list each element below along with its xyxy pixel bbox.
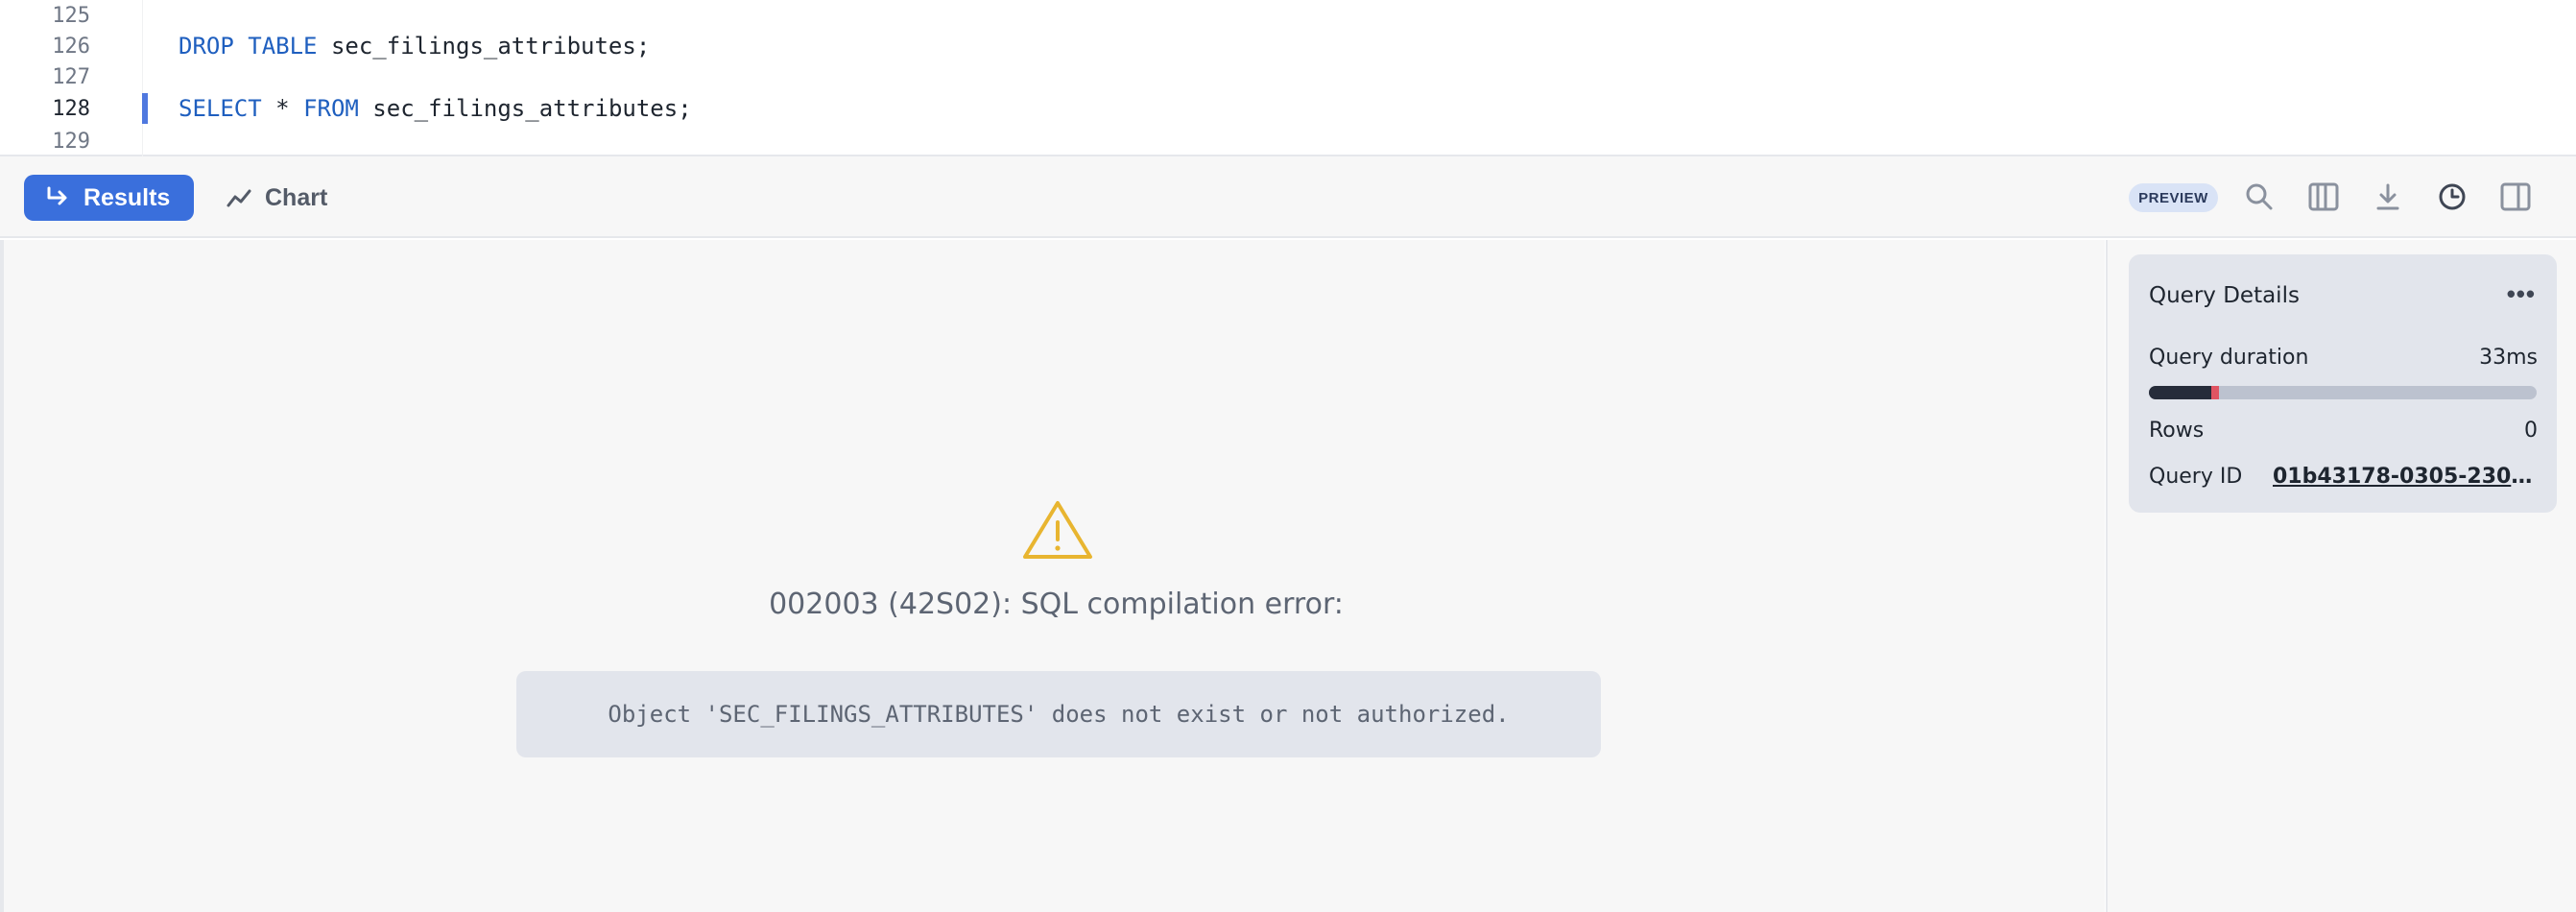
download-icon — [2376, 183, 2399, 210]
line-number: 125 — [52, 3, 90, 28]
query-id-link[interactable]: 01b43178-0305-2304-... — [2273, 465, 2537, 489]
sql-editor[interactable]: 125 126 DROP TABLE sec_filings_attribute… — [0, 0, 2576, 156]
sql-keyword: DROP TABLE — [179, 33, 318, 60]
details-sidebar: Query Details ••• Query duration 33ms Ro… — [2106, 240, 2576, 912]
results-panel: 002003 (42S02): SQL compilation error: O… — [0, 240, 2105, 912]
panel-toggle-icon — [2500, 182, 2531, 211]
line-number: 127 — [52, 64, 90, 89]
line-number: 126 — [52, 34, 90, 59]
query-duration-bar-fill — [2149, 386, 2211, 399]
query-details-card: Query Details ••• Query duration 33ms Ro… — [2129, 254, 2557, 513]
code-text: DROP TABLE sec_filings_attributes; — [179, 33, 650, 60]
code-line[interactable]: 125 — [0, 0, 2576, 31]
query-id-label: Query ID — [2149, 465, 2243, 489]
sql-operator: * — [261, 95, 304, 122]
error-message: Object 'SEC_FILINGS_ATTRIBUTES' does not… — [608, 701, 1510, 728]
search-icon — [2246, 183, 2273, 210]
columns-icon — [2308, 182, 2339, 211]
sql-keyword: FROM — [303, 95, 359, 122]
sql-keyword: SELECT — [179, 95, 262, 122]
results-tab-button[interactable]: Results — [24, 175, 194, 221]
download-button[interactable] — [2369, 178, 2407, 216]
warning-icon — [1022, 499, 1093, 565]
sql-identifier: sec_filings_attributes; — [317, 33, 651, 60]
line-number: 129 — [52, 129, 90, 154]
active-line-marker — [142, 93, 148, 124]
return-arrow-icon — [47, 186, 67, 205]
preview-badge: PREVIEW — [2129, 183, 2218, 212]
code-line[interactable]: 126 DROP TABLE sec_filings_attributes; — [0, 31, 2576, 61]
rows-value: 0 — [2524, 419, 2538, 443]
query-duration-label: Query duration — [2149, 346, 2309, 370]
results-tab-label: Results — [83, 183, 171, 211]
error-message-box: Object 'SEC_FILINGS_ATTRIBUTES' does not… — [516, 671, 1601, 757]
rows-label: Rows — [2149, 419, 2205, 443]
query-duration-value: 33ms — [2479, 346, 2538, 370]
sql-identifier: sec_filings_attributes; — [358, 95, 692, 122]
query-duration-bar — [2149, 386, 2537, 399]
error-title: 002003 (42S02): SQL compilation error: — [769, 588, 1344, 621]
code-line-active[interactable]: 128 SELECT * FROM sec_filings_attributes… — [0, 93, 2576, 124]
code-line[interactable]: 127 — [0, 61, 2576, 92]
results-toolbar: Results Chart PREVIEW — [0, 156, 2576, 238]
chart-tab-label: Chart — [265, 183, 328, 211]
search-button[interactable] — [2240, 178, 2278, 216]
query-details-title: Query Details — [2149, 283, 2300, 308]
columns-button[interactable] — [2304, 178, 2343, 216]
query-duration-bar-marker — [2211, 386, 2219, 399]
history-clock-icon — [2439, 183, 2466, 210]
toggle-panel-button[interactable] — [2496, 178, 2535, 216]
code-text: SELECT * FROM sec_filings_attributes; — [179, 95, 692, 122]
more-options-icon[interactable]: ••• — [2507, 279, 2536, 309]
history-button[interactable] — [2433, 178, 2471, 216]
chart-tab-button[interactable]: Chart — [227, 175, 327, 221]
code-line[interactable]: 129 — [0, 126, 2576, 156]
line-number: 128 — [52, 96, 90, 121]
chart-line-icon — [227, 189, 251, 207]
